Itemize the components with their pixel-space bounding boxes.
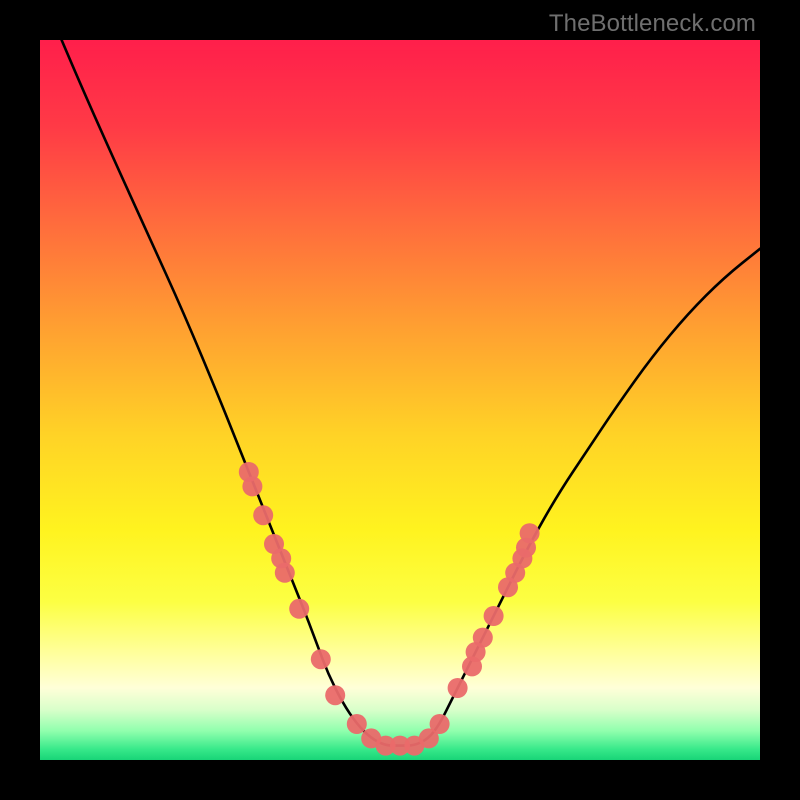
plot-area: [40, 40, 760, 760]
data-dots-group: [239, 462, 540, 756]
data-dot: [448, 678, 468, 698]
data-dot: [473, 628, 493, 648]
data-dot: [347, 714, 367, 734]
data-dot: [520, 523, 540, 543]
data-dot: [289, 599, 309, 619]
watermark-text: TheBottleneck.com: [549, 10, 756, 38]
data-dot: [484, 606, 504, 626]
data-dot: [275, 563, 295, 583]
curve-layer: [40, 40, 760, 760]
data-dot: [253, 505, 273, 525]
chart-frame: TheBottleneck.com: [0, 0, 800, 800]
data-dot: [311, 649, 331, 669]
data-dot: [325, 685, 345, 705]
data-dot: [430, 714, 450, 734]
data-dot: [242, 476, 262, 496]
bottleneck-curve: [62, 40, 760, 746]
